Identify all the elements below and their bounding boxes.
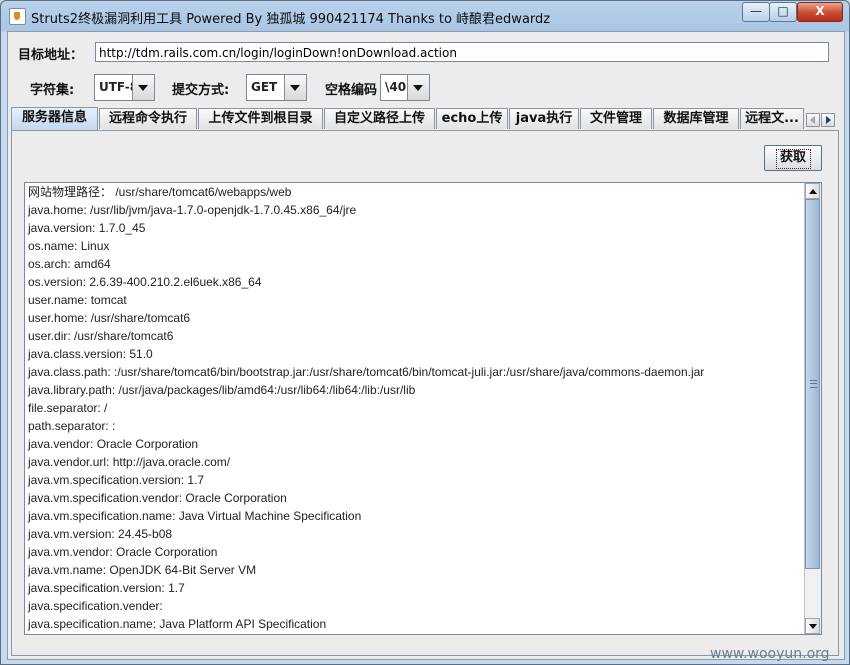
output-line: java.vm.specification.version: 1.7 (28, 473, 205, 487)
window-title: Struts2终极漏洞利用工具 Powered By 独孤城 990421174… (31, 12, 551, 27)
output-lines: 网站物理路径： /usr/share/tomcat6/webapps/web ja… (25, 183, 821, 633)
output-line: java.library.path: /usr/java/packages/li… (28, 383, 416, 397)
tab-scroll-right-icon[interactable] (821, 113, 835, 127)
tab-java-exec[interactable]: java执行 (509, 108, 579, 129)
tab-file-manager[interactable]: 文件管理 (580, 108, 652, 129)
tab-echo-upload[interactable]: echo上传 (436, 108, 508, 129)
output-line: user.name: tomcat (28, 293, 127, 307)
grip-icon (810, 380, 817, 388)
method-value: GET (251, 80, 278, 94)
target-url-input[interactable]: http://tdm.rails.com.cn/login/loginDown!… (95, 42, 829, 62)
output-line: file.separator: / (28, 401, 108, 415)
tab-remote-command[interactable]: 远程命令执行 (99, 108, 197, 129)
output-line: java.vm.name: OpenJDK 64-Bit Server VM (28, 563, 257, 577)
title-bar[interactable]: Struts2终极漏洞利用工具 Powered By 独孤城 990421174… (1, 1, 849, 31)
output-line: java.vm.specification.name: Java Virtual… (28, 509, 362, 523)
output-line: java.vm.vendor: Oracle Corporation (28, 545, 218, 559)
server-info-panel: 获取 网站物理路径： /usr/share/tomcat6/webapps/we… (11, 130, 839, 656)
output-line: os.version: 2.6.39-400.210.2.el6uek.x86_… (28, 275, 262, 289)
chevron-down-icon[interactable] (407, 75, 429, 100)
tab-remote-file[interactable]: 远程文... (740, 108, 804, 129)
output-line: java.specification.version: 1.7 (28, 581, 185, 595)
tab-server-info[interactable]: 服务器信息 (11, 107, 98, 130)
output-line: java.specification.vender: (28, 599, 163, 613)
watermark: www.wooyun.org (710, 646, 830, 662)
scroll-thumb[interactable] (805, 199, 820, 569)
output-line: java.home: /usr/lib/jvm/java-1.7.0-openj… (28, 203, 357, 217)
maximize-button[interactable]: □ (769, 2, 797, 22)
space-encoding-label: 空格编码 (325, 83, 378, 98)
tab-custom-path-upload[interactable]: 自定义路径上传 (324, 108, 435, 129)
method-label: 提交方式: (172, 83, 230, 98)
scroll-down-icon[interactable] (805, 618, 820, 634)
output-line: java.vendor: Oracle Corporation (28, 437, 199, 451)
fetch-button[interactable]: 获取 (764, 145, 822, 171)
tab-upload-root[interactable]: 上传文件到根目录 (198, 108, 323, 129)
scroll-up-icon[interactable] (805, 183, 820, 199)
output-line: java.vendor.url: http://java.oracle.com/ (28, 455, 231, 469)
output-line: user.dir: /usr/share/tomcat6 (28, 329, 174, 343)
method-select[interactable]: GET (246, 74, 307, 101)
space-encoding-select[interactable]: \40 (380, 74, 430, 101)
output-line: java.vm.specification.vendor: Oracle Cor… (28, 491, 287, 505)
output-line: java.vm.version: 24.45-b08 (28, 527, 173, 541)
minimize-button[interactable]: — (742, 2, 770, 22)
charset-label: 字符集: (30, 83, 75, 98)
app-window: Struts2终极漏洞利用工具 Powered By 独孤城 990421174… (0, 0, 850, 665)
close-button[interactable]: X (797, 2, 843, 22)
output-line: user.home: /usr/share/tomcat6 (28, 311, 191, 325)
tab-scroll-left-icon[interactable] (806, 113, 820, 127)
target-url-label: 目标地址： (18, 48, 84, 63)
chevron-down-icon[interactable] (132, 75, 154, 100)
java-app-icon (9, 8, 26, 25)
output-line: os.name: Linux (28, 239, 110, 253)
chevron-down-icon[interactable] (284, 75, 306, 100)
output-line: java.specification.name: Java Platform A… (28, 617, 327, 631)
output-line: java.class.path: :/usr/share/tomcat6/bin… (28, 365, 705, 379)
charset-select[interactable]: UTF-8 (94, 74, 155, 101)
server-info-output[interactable]: 网站物理路径： /usr/share/tomcat6/webapps/web ja… (24, 182, 822, 635)
space-encoding-value: \40 (385, 80, 407, 94)
vertical-scrollbar[interactable] (804, 183, 821, 634)
output-line: os.arch: amd64 (28, 257, 111, 271)
tab-bar: 服务器信息 远程命令执行 上传文件到根目录 自定义路径上传 echo上传 jav… (11, 107, 841, 130)
output-line: java.class.version: 51.0 (28, 347, 153, 361)
output-line: java.version: 1.7.0_45 (28, 221, 146, 235)
output-line: path.separator: : (28, 419, 116, 433)
tab-database-manager[interactable]: 数据库管理 (653, 108, 739, 129)
main-content: 目标地址： http://tdm.rails.com.cn/login/logi… (7, 31, 845, 660)
output-line: 网站物理路径： /usr/share/tomcat6/webapps/web (28, 185, 292, 199)
